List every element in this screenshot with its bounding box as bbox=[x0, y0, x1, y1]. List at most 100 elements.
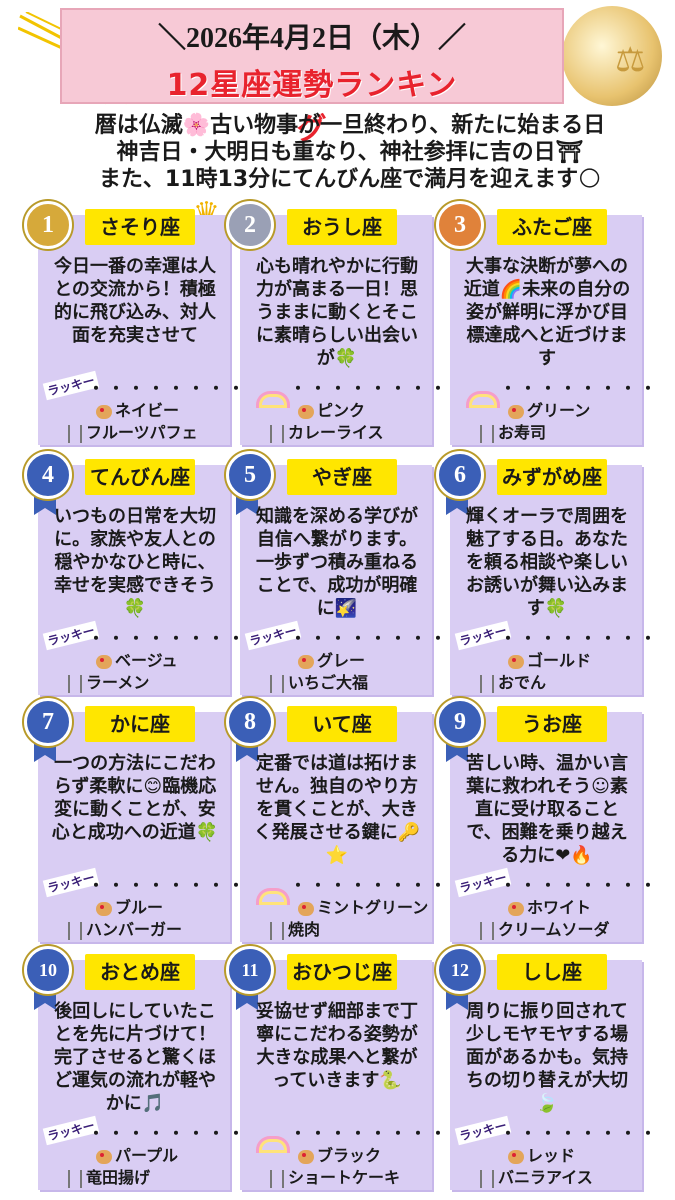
fortune-message: いつもの日常を大切に。家族や友人との穏やかなひと時に、幸せを実感できそう🍀 bbox=[54, 506, 216, 619]
rank-card: 2 おうし座 心も晴れやかに行動力が高まる一日！思うままに動くとそこに素晴らしい… bbox=[226, 201, 446, 445]
rainbow-icon bbox=[256, 391, 290, 408]
cutlery-icon bbox=[270, 1169, 284, 1188]
palette-icon bbox=[96, 901, 112, 916]
lucky-color-value: ミントグリーン bbox=[317, 898, 429, 917]
fortune-message: 周りに振り回されて少しモヤモヤする場面があるかも。気持ちの切り替えが大切🍃 bbox=[466, 1001, 628, 1114]
rank-medal-icon: 7 bbox=[24, 698, 72, 746]
palette-icon bbox=[298, 1149, 314, 1164]
fortune-message: 今日一番の幸運は人との交流から！積極的に飛び込み、対人面を充実させて bbox=[54, 256, 216, 346]
lucky-color: ゴールド bbox=[508, 647, 591, 671]
dot-divider: ・・・・・・・・ bbox=[88, 876, 249, 895]
lucky-food: おでん bbox=[480, 669, 546, 693]
palette-icon bbox=[508, 404, 524, 419]
lucky-color-value: グリーン bbox=[527, 401, 591, 420]
lucky-color-value: ブラック bbox=[317, 1146, 382, 1165]
lucky-food-value: ラーメン bbox=[86, 673, 150, 692]
palette-icon bbox=[96, 654, 112, 669]
zodiac-sign-label: てんびん座 bbox=[85, 459, 195, 495]
full-moon-icon bbox=[562, 6, 662, 106]
rank-card: 3 ふたご座 大事な決断が夢への近道🌈未来の自分の姿が鮮明に浮かび目標達成へと近… bbox=[436, 201, 656, 445]
lucky-food-value: お寿司 bbox=[498, 423, 547, 442]
rank-card: 4 てんびん座 いつもの日常を大切に。家族や友人との穏やかなひと時に、幸せを実感… bbox=[24, 451, 244, 695]
rank-medal-icon: 4 bbox=[24, 451, 72, 499]
zodiac-sign-label: ふたご座 bbox=[497, 209, 607, 245]
libra-scale-icon: ⚖ bbox=[615, 40, 646, 80]
zodiac-sign-label: かに座 bbox=[85, 706, 195, 742]
palette-icon bbox=[96, 1149, 112, 1164]
cutlery-icon bbox=[270, 921, 284, 940]
rank-medal-icon: 9 bbox=[436, 698, 484, 746]
zodiac-sign-label: おうし座 bbox=[287, 209, 397, 245]
lucky-color: ピンク bbox=[298, 397, 365, 421]
zodiac-sign-label: みずがめ座 bbox=[497, 459, 607, 495]
palette-icon bbox=[298, 901, 314, 916]
lucky-color-value: ネイビー bbox=[115, 401, 180, 420]
lucky-color: グリーン bbox=[508, 397, 590, 421]
cutlery-icon bbox=[68, 1169, 82, 1188]
fortune-message: 妥協せず細部まで丁寧にこだわる姿勢が大きな成果へと繋がっていきます🐍 bbox=[256, 1001, 418, 1091]
rainbow-icon bbox=[466, 391, 500, 408]
lucky-food: 竜田揚げ bbox=[68, 1164, 150, 1188]
lucky-food: クリームソーダ bbox=[480, 916, 610, 940]
intro-text: 暦は仏滅🌸古い物事が一旦終わり、新たに始まる日 神吉日・大明日も重なり、神社参拝… bbox=[70, 112, 630, 193]
zodiac-sign-label: おひつじ座 bbox=[287, 954, 397, 990]
zodiac-sign-label: しし座 bbox=[497, 954, 607, 990]
dot-divider: ・・・・・・・・ bbox=[88, 629, 249, 648]
rank-medal-icon: 2 bbox=[226, 201, 274, 249]
lucky-color: ネイビー bbox=[96, 397, 179, 421]
lucky-color: ベージュ bbox=[96, 647, 178, 671]
dot-divider: ・・・・・・・・ bbox=[290, 1124, 451, 1143]
lucky-food: ハンバーガー bbox=[68, 916, 182, 940]
fortune-message: 心も晴れやかに行動力が高まる一日！思うままに動くとそこに素晴らしい出会いが🍀 bbox=[256, 256, 418, 369]
lucky-food-value: カレーライス bbox=[288, 423, 384, 442]
lucky-food: ラーメン bbox=[68, 669, 149, 693]
zodiac-sign-label: やぎ座 bbox=[287, 459, 397, 495]
rank-card: 8 いて座 定番では道は拓けません。独自のやり方を貫くことが、大きく発展させる鍵… bbox=[226, 698, 446, 942]
rainbow-icon bbox=[256, 888, 290, 905]
lucky-food-value: ハンバーガー bbox=[86, 920, 183, 939]
lucky-food-value: 焼肉 bbox=[288, 920, 321, 939]
palette-icon bbox=[96, 404, 112, 419]
lucky-color: グレー bbox=[298, 647, 365, 671]
rank-card: 6 みずがめ座 輝くオーラで周囲を魅了する日。あなたを頼る相談や楽しいお誘いが舞… bbox=[436, 451, 656, 695]
intro-line: 暦は仏滅🌸古い物事が一旦終わり、新たに始まる日 bbox=[94, 113, 606, 138]
lucky-food-value: いちご大福 bbox=[288, 673, 369, 692]
date-heading: ＼2026年4月2日（木）／ bbox=[157, 23, 466, 54]
fortune-message: 知識を深める学びが自信へ繋がります。一歩ずつ積み重ねることで、成功が明確に🌠 bbox=[256, 506, 418, 619]
lucky-color-value: ホワイト bbox=[527, 898, 592, 917]
cutlery-icon bbox=[68, 921, 82, 940]
dot-divider: ・・・・・・・・ bbox=[290, 629, 451, 648]
rainbow-icon bbox=[256, 1136, 290, 1153]
cutlery-icon bbox=[480, 921, 494, 940]
lucky-food-value: 竜田揚げ bbox=[86, 1168, 151, 1187]
intro-line: また、11時13分にてんびん座で満月を迎えます🌕 bbox=[98, 167, 602, 192]
intro-line: 神吉日・大明日も重なり、神社参拝に吉の日⛩ bbox=[116, 140, 584, 165]
lucky-color-value: ゴールド bbox=[527, 651, 592, 670]
rank-card: 10 おとめ座 後回しにしていたことを先に片づけて！完了させると驚くほど運気の流… bbox=[24, 946, 244, 1190]
zodiac-sign-label: いて座 bbox=[287, 706, 397, 742]
rank-medal-icon: 5 bbox=[226, 451, 274, 499]
fortune-message: 一つの方法にこだわらず柔軟に😊臨機応変に動くことが、安心と成功への近道🍀 bbox=[51, 753, 219, 843]
lucky-color-value: ピンク bbox=[317, 401, 366, 420]
palette-icon bbox=[298, 404, 314, 419]
palette-icon bbox=[508, 654, 524, 669]
lucky-food: バニラアイス bbox=[480, 1164, 593, 1188]
dot-divider: ・・・・・・・・ bbox=[290, 876, 451, 895]
lucky-color: レッド bbox=[508, 1142, 575, 1166]
rank-card: 1 さそり座 今日一番の幸運は人との交流から！積極的に飛び込み、対人面を充実させ… bbox=[24, 201, 244, 445]
dot-divider: ・・・・・・・・ bbox=[88, 1124, 249, 1143]
fortune-message: 後回しにしていたことを先に片づけて！完了させると驚くほど運気の流れが軽やかに🎵 bbox=[54, 1001, 216, 1114]
lucky-food-value: バニラアイス bbox=[498, 1168, 593, 1187]
lucky-color: ブルー bbox=[96, 894, 163, 918]
rank-card: 9 うお座 苦しい時、温かい言葉に救われそう☺素直に受け取ることで、困難を乗り越… bbox=[436, 698, 656, 942]
dot-divider: ・・・・・・・・ bbox=[500, 876, 661, 895]
lucky-color: ミントグリーン bbox=[298, 894, 428, 918]
rank-card: 7 かに座 一つの方法にこだわらず柔軟に😊臨機応変に動くことが、安心と成功への近… bbox=[24, 698, 244, 942]
dot-divider: ・・・・・・・・ bbox=[88, 379, 249, 398]
header-banner: ＼2026年4月2日（木）／ 12星座運勢ランキング bbox=[60, 8, 564, 147]
page-title: 12星座運勢ランキング bbox=[166, 68, 458, 147]
rank-medal-icon: 3 bbox=[436, 201, 484, 249]
palette-icon bbox=[508, 901, 524, 916]
zodiac-sign-label: うお座 bbox=[497, 706, 607, 742]
rank-medal-icon: 8 bbox=[226, 698, 274, 746]
